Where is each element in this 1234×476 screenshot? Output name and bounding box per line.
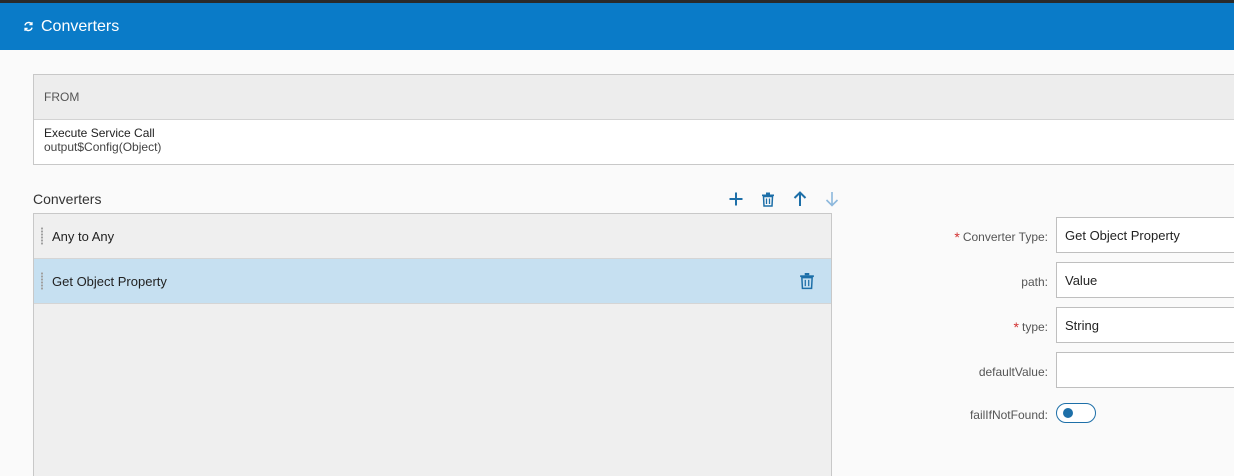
toggle-knob [1063, 408, 1073, 418]
converter-item-get-object-property[interactable]: Get Object Property [34, 259, 831, 304]
drag-handle-icon[interactable] [40, 272, 44, 290]
fail-if-not-found-label: failIfNotFound: [969, 408, 1048, 422]
from-source-detail: output$Config(Object) [44, 140, 162, 154]
arrow-down-icon [825, 192, 839, 207]
converter-type-select[interactable]: Get Object Property [1056, 217, 1234, 253]
required-marker: * [954, 229, 960, 245]
converter-item-label: Get Object Property [52, 273, 167, 289]
add-converter-button[interactable] [720, 188, 752, 210]
delete-converter-button[interactable] [752, 188, 784, 210]
panel-header: Converters [0, 3, 1234, 50]
required-marker: * [1013, 319, 1019, 335]
from-panel: FROM Execute Service Call output$Config(… [33, 74, 1234, 165]
page-title: Converters [41, 17, 120, 35]
fail-if-not-found-row: failIfNotFound: [850, 397, 1234, 433]
from-heading: FROM [34, 75, 1234, 120]
type-select[interactable]: String [1056, 307, 1234, 343]
delete-item-button[interactable] [797, 271, 817, 291]
converters-section-label: Converters [33, 191, 102, 207]
from-source-name: Execute Service Call [44, 126, 155, 140]
from-source: Execute Service Call output$Config(Objec… [34, 120, 1234, 154]
move-down-button[interactable] [816, 188, 848, 210]
type-row: * type: String [850, 307, 1234, 347]
trash-icon [762, 192, 774, 207]
arrow-up-icon [793, 191, 807, 206]
converter-type-label: Converter Type: [962, 230, 1048, 244]
move-up-button[interactable] [784, 188, 816, 210]
plus-icon [729, 192, 743, 206]
trash-icon [800, 273, 814, 290]
converters-toolbar [720, 188, 848, 210]
path-input[interactable]: Value [1056, 262, 1234, 298]
converter-item-label: Any to Any [52, 228, 115, 244]
path-label: path: [1021, 275, 1048, 289]
path-row: path: Value [850, 262, 1234, 302]
converter-type-row: * Converter Type: Get Object Property [850, 217, 1234, 257]
converters-list: Any to Any Get Object Property [33, 213, 832, 476]
converter-item-any-to-any[interactable]: Any to Any [34, 214, 831, 259]
default-value-row: defaultValue: [850, 352, 1234, 392]
type-label: type: [1021, 320, 1048, 334]
default-value-label: defaultValue: [978, 365, 1048, 379]
drag-handle-icon[interactable] [40, 227, 44, 245]
default-value-input[interactable] [1056, 352, 1234, 388]
fail-if-not-found-toggle[interactable] [1056, 403, 1096, 423]
refresh-icon [22, 21, 34, 33]
